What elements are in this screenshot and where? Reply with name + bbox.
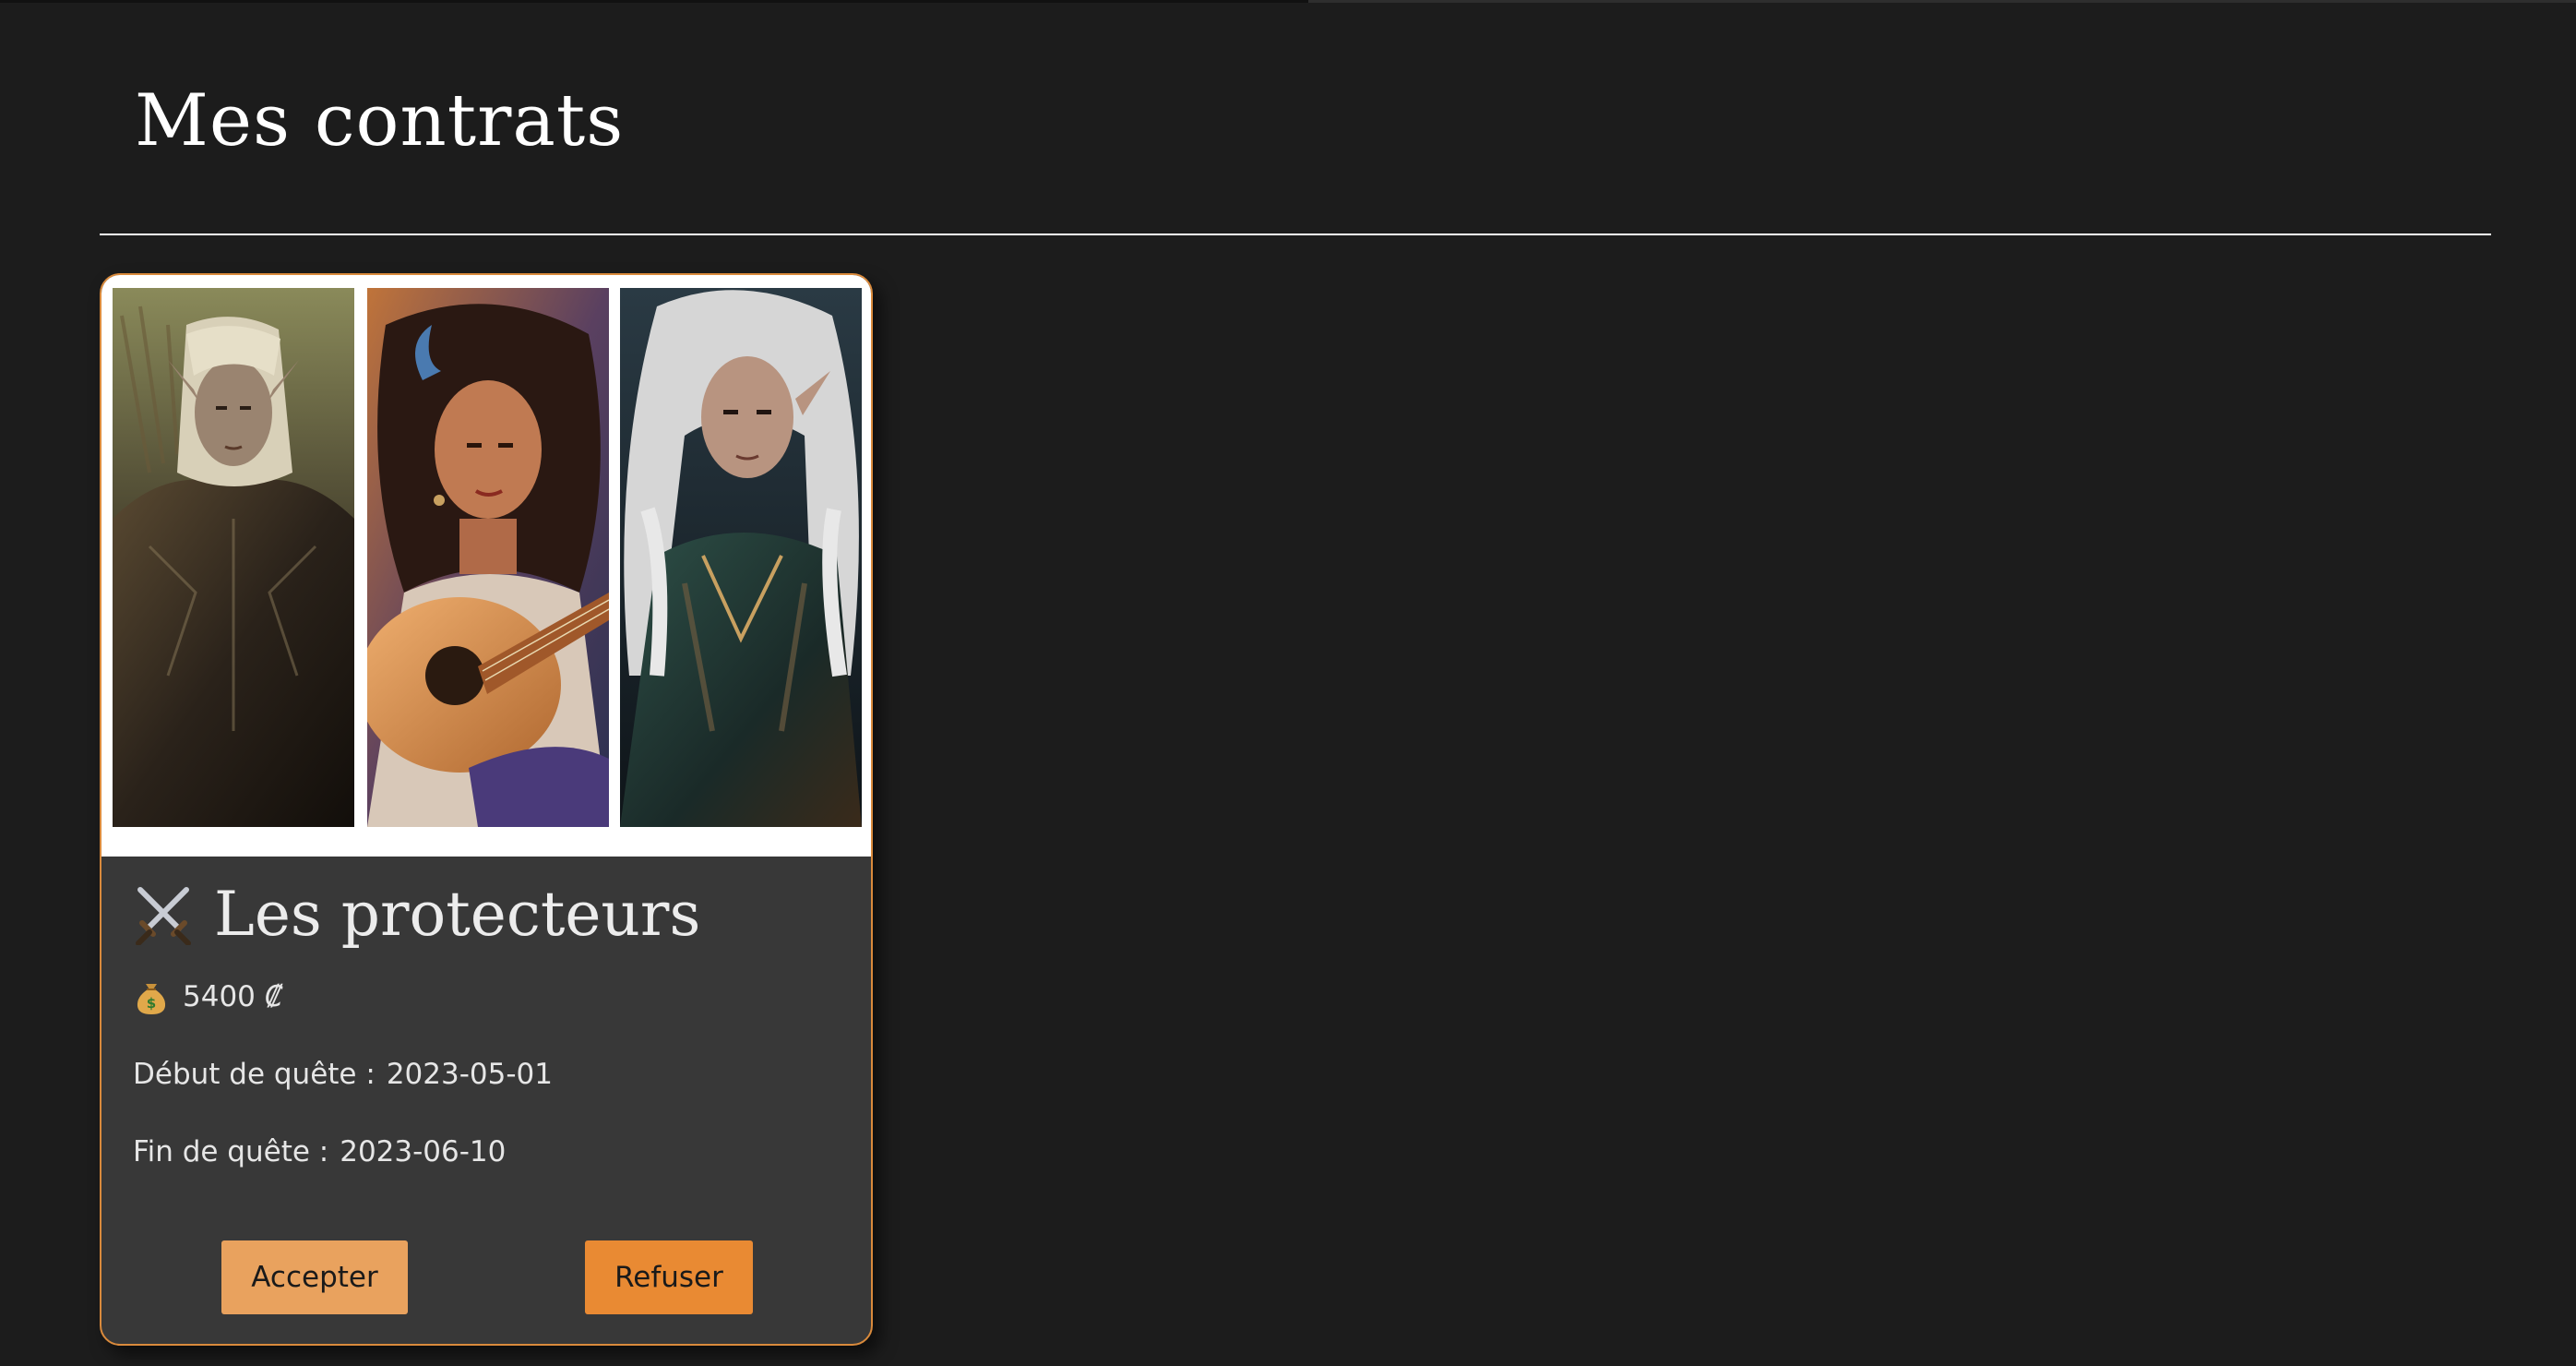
quest-end-date: 2023-06-10 (340, 1135, 507, 1168)
portrait-gallery (101, 275, 871, 857)
elf-warrior-portrait (113, 288, 354, 827)
contract-card: Les protecteurs $ 5400 ₡ Début de quête … (100, 273, 873, 1346)
title-divider (100, 234, 2491, 235)
accept-button[interactable]: Accepter (221, 1240, 408, 1314)
reward-amount: 5400 (183, 980, 256, 1013)
svg-text:$: $ (147, 995, 156, 1012)
reward-unit: ₡ (264, 980, 283, 1013)
contract-title-text: Les protecteurs (214, 879, 701, 950)
top-bar-segment (0, 0, 1308, 3)
quest-end: Fin de quête : 2023-06-10 (133, 1135, 506, 1168)
refuse-button[interactable]: Refuser (585, 1240, 753, 1314)
quest-start-label: Début de quête : (133, 1058, 376, 1091)
window-top-bar (0, 0, 2576, 3)
quest-end-label: Fin de quête : (133, 1135, 329, 1168)
quest-start: Début de quête : 2023-05-01 (133, 1058, 553, 1091)
contract-title: Les protecteurs (133, 879, 701, 950)
bard-guitar-portrait (367, 288, 609, 827)
crossed-swords-icon (133, 884, 194, 946)
reward: $ 5400 ₡ (135, 978, 283, 1015)
quest-start-date: 2023-05-01 (386, 1058, 553, 1091)
page-title: Mes contrats (135, 79, 625, 162)
elf-ranger-portrait (620, 288, 862, 827)
money-bag-icon: $ (135, 978, 168, 1015)
